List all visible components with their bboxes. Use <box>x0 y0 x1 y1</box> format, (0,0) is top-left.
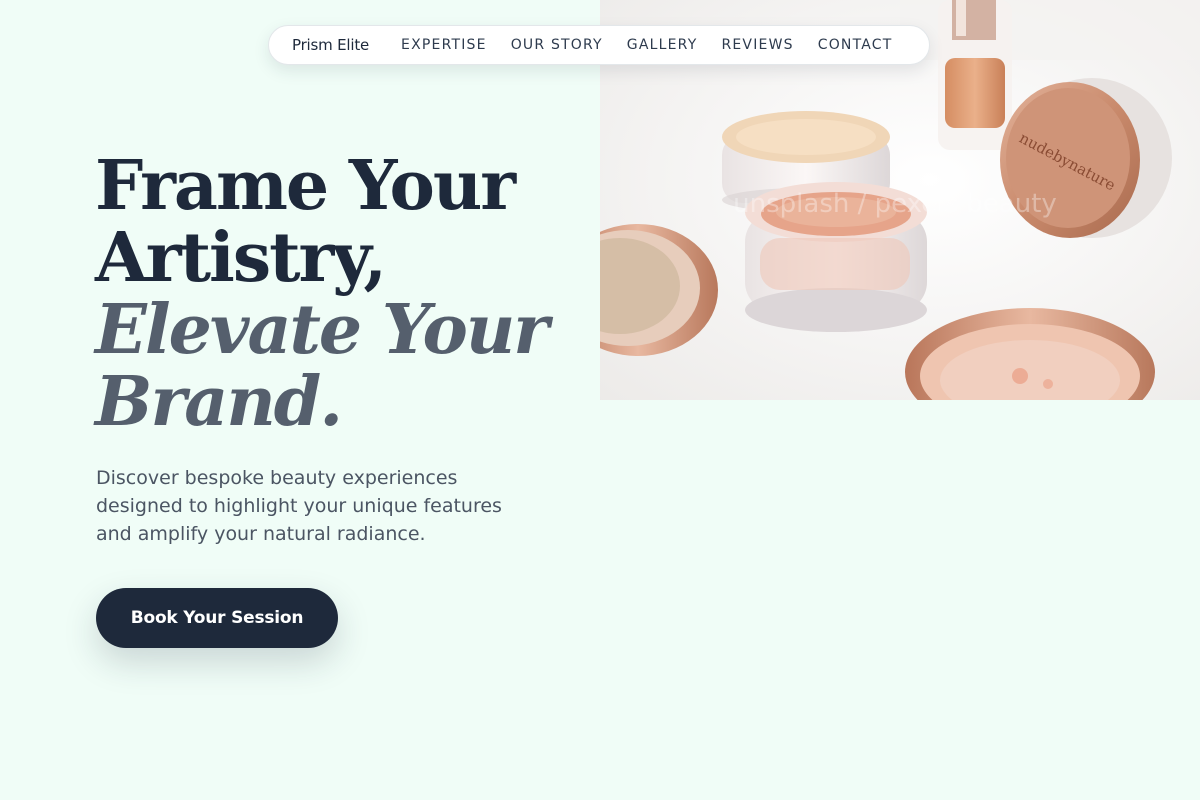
landing-page: nudebynature unsplash / pexels beauty Pr… <box>0 0 1200 800</box>
foundation-bottle <box>938 0 1012 150</box>
headline-line-4: Brand. <box>95 362 343 442</box>
book-session-button[interactable]: Book Your Session <box>96 588 338 648</box>
hero-description: Discover bespoke beauty experiences desi… <box>96 467 502 545</box>
nav-links: EXPERTISE OUR STORY GALLERY REVIEWS CONT… <box>401 37 892 53</box>
nav-link-expertise[interactable]: EXPERTISE <box>401 37 487 53</box>
top-navigation: Prism Elite EXPERTISE OUR STORY GALLERY … <box>268 25 930 65</box>
headline-line-1: Frame Your <box>95 146 516 226</box>
nav-link-contact[interactable]: CONTACT <box>818 37 893 53</box>
brand-logo[interactable]: Prism Elite <box>292 36 369 54</box>
image-watermark: unsplash / pexels beauty <box>733 189 1057 219</box>
nav-link-gallery[interactable]: GALLERY <box>627 37 698 53</box>
nav-link-our-story[interactable]: OUR STORY <box>511 37 603 53</box>
headline-line-2: Artistry, <box>95 218 387 298</box>
nav-link-reviews[interactable]: REVIEWS <box>721 37 793 53</box>
headline-line-3: Elevate Your <box>95 290 549 370</box>
hero-headline: Frame Your Artistry, Elevate Your Brand. <box>95 146 549 442</box>
